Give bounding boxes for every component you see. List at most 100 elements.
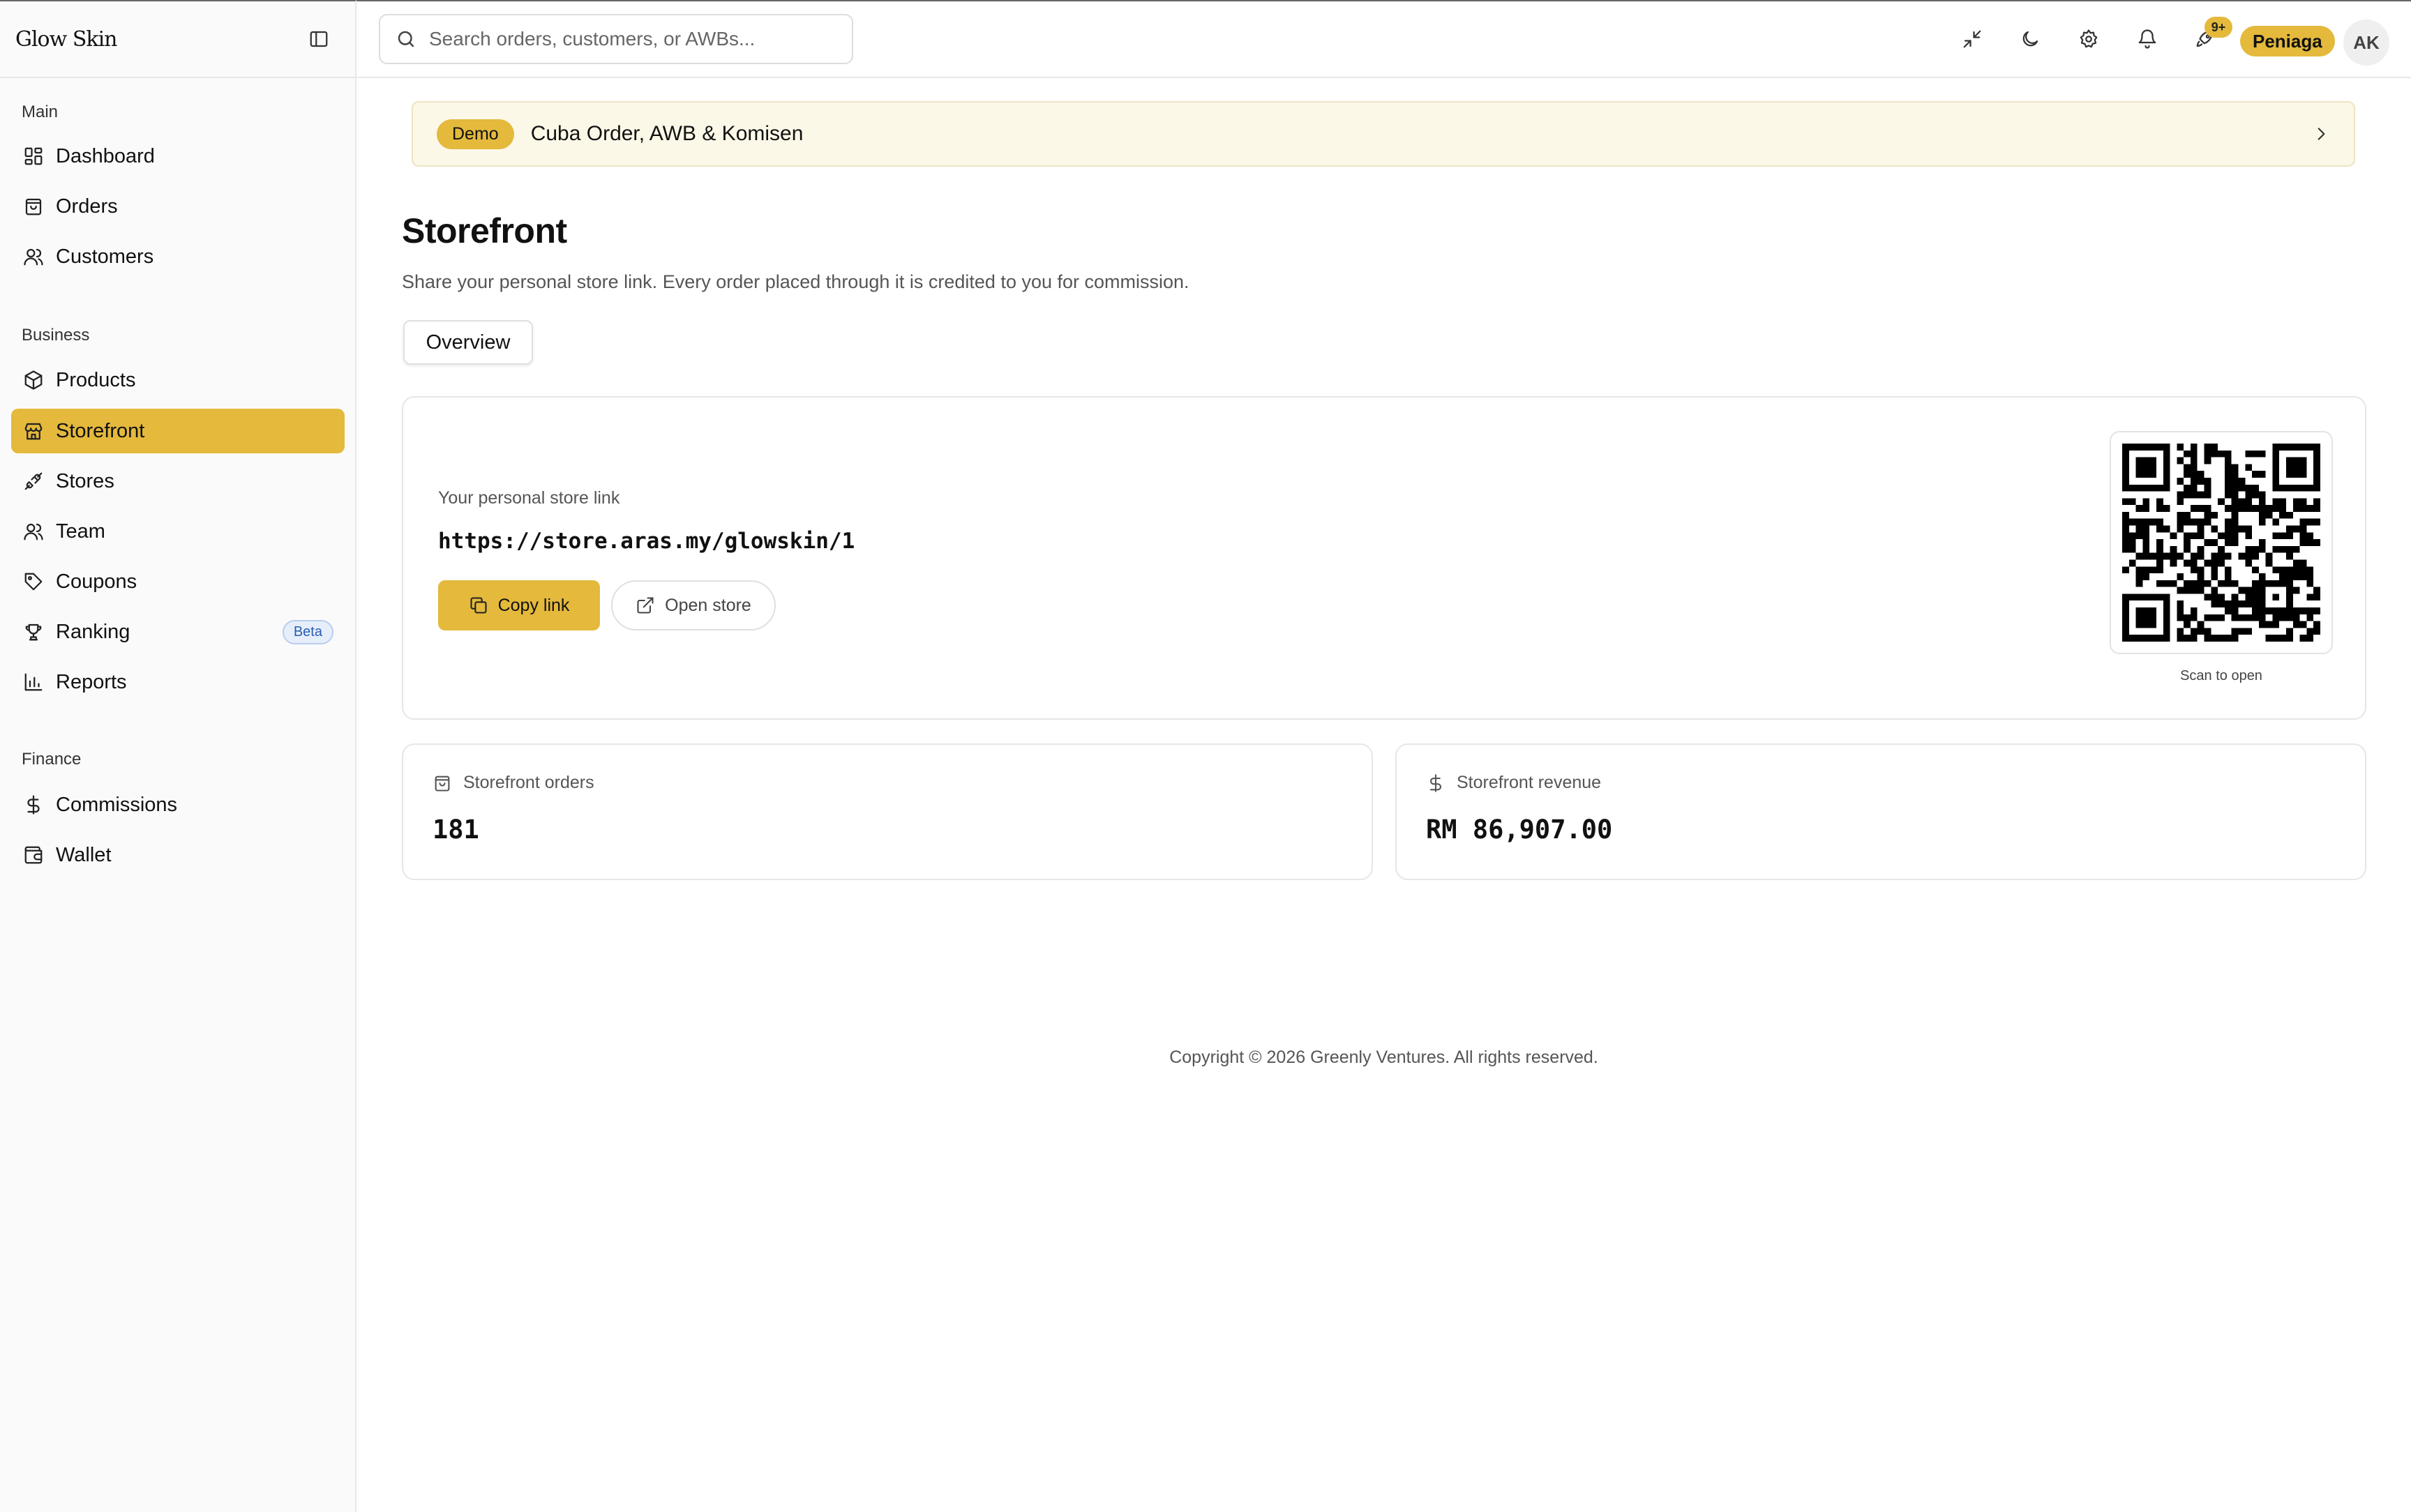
sidebar-item-commissions[interactable]: Commissions: [11, 783, 345, 827]
qr-module: [2224, 532, 2232, 540]
notifications-button[interactable]: [2132, 24, 2163, 54]
qr-module: [2204, 559, 2211, 567]
sidebar-item-label: Orders: [56, 195, 118, 218]
brand-logo[interactable]: Glow Skin: [15, 27, 117, 52]
qr-module: [2313, 505, 2320, 512]
qr-module: [2258, 505, 2266, 512]
qr-module: [2258, 621, 2266, 628]
qr-module: [2238, 628, 2246, 635]
stat-label-text: Storefront orders: [463, 773, 594, 792]
qr-code-icon: [2122, 444, 2320, 642]
sidebar-item-customers[interactable]: Customers: [11, 234, 345, 279]
demo-banner[interactable]: Demo Cuba Order, AWB & Komisen: [412, 101, 2355, 167]
qr-module: [2122, 511, 2129, 519]
qr-module: [2245, 450, 2253, 458]
qr-module: [2272, 457, 2280, 464]
qr-module: [2279, 511, 2287, 519]
role-badge[interactable]: Peniaga: [2240, 26, 2335, 56]
qr-module: [2272, 621, 2280, 628]
qr-module: [2313, 607, 2320, 614]
qr-module: [2238, 498, 2246, 506]
qr-module: [2163, 628, 2170, 635]
qr-module: [2190, 552, 2198, 560]
qr-module: [2265, 621, 2273, 628]
qr-module: [2156, 566, 2163, 574]
qr-module: [2190, 477, 2198, 485]
tab-overview[interactable]: Overview: [403, 320, 533, 365]
qr-module: [2135, 518, 2143, 526]
copy-link-button[interactable]: Copy link: [438, 580, 600, 630]
qr-module: [2142, 471, 2150, 478]
qr-module: [2245, 498, 2253, 506]
qr-module: [2231, 518, 2239, 526]
qr-module: [2156, 539, 2163, 546]
qr-module: [2135, 532, 2143, 540]
sidebar-toggle-button[interactable]: [305, 25, 333, 53]
tag-icon: [22, 570, 45, 593]
qr-module: [2299, 573, 2307, 580]
stat-value: 181: [433, 815, 479, 845]
qr-module: [2292, 559, 2300, 567]
qr-module: [2286, 457, 2293, 464]
qr-module: [2245, 587, 2253, 594]
qr-module: [2218, 635, 2225, 642]
qr-module: [2122, 539, 2129, 546]
qr-module: [2197, 573, 2205, 580]
qr-module: [2156, 635, 2163, 642]
qr-module: [2122, 525, 2129, 533]
qr-module: [2204, 539, 2211, 546]
qr-module: [2163, 464, 2170, 471]
sidebar-item-reports[interactable]: Reports: [11, 660, 345, 704]
qr-module: [2122, 457, 2129, 464]
qr-module: [2149, 621, 2156, 628]
qr-module: [2299, 607, 2307, 614]
qr-module: [2128, 635, 2136, 642]
qr-module: [2224, 484, 2232, 492]
sidebar-item-products[interactable]: Products: [11, 358, 345, 402]
qr-module: [2156, 545, 2163, 553]
qr-module: [2177, 628, 2184, 635]
sidebar-item-wallet[interactable]: Wallet: [11, 833, 345, 877]
search-box[interactable]: [379, 14, 853, 64]
qr-module: [2286, 545, 2293, 553]
qr-module: [2224, 518, 2232, 526]
dark-mode-toggle[interactable]: [2015, 24, 2045, 54]
dollar-icon: [22, 794, 45, 816]
sidebar-item-storefront[interactable]: Storefront: [11, 409, 345, 453]
qr-code: [2110, 431, 2333, 654]
qr-module: [2170, 552, 2177, 560]
qr-module: [2184, 518, 2191, 526]
qr-module: [2292, 464, 2300, 471]
qr-module: [2177, 587, 2184, 594]
qr-module: [2238, 525, 2246, 533]
search-input[interactable]: [429, 28, 836, 50]
sidebar-item-team[interactable]: Team: [11, 509, 345, 554]
qr-module: [2224, 566, 2232, 574]
qr-module: [2231, 484, 2239, 492]
qr-module: [2184, 621, 2191, 628]
sidebar-item-dashboard[interactable]: Dashboard: [11, 134, 345, 179]
sidebar-item-ranking[interactable]: Ranking Beta: [11, 610, 345, 654]
qr-module: [2238, 484, 2246, 492]
sidebar-item-coupons[interactable]: Coupons: [11, 559, 345, 604]
qr-module: [2252, 607, 2259, 614]
sidebar-item-orders[interactable]: Orders: [11, 184, 345, 229]
qr-module: [2245, 559, 2253, 567]
sidebar-item-stores[interactable]: Stores: [11, 459, 345, 504]
qr-module: [2245, 505, 2253, 512]
open-store-button[interactable]: Open store: [611, 580, 776, 630]
qr-module: [2258, 450, 2266, 458]
shopping-bag-icon: [22, 195, 45, 218]
sidebar-item-label: Customers: [56, 245, 154, 268]
qr-module: [2245, 600, 2253, 608]
minimize-button[interactable]: [1957, 24, 1988, 54]
qr-module: [2313, 464, 2320, 471]
avatar[interactable]: AK: [2343, 20, 2389, 66]
qr-module: [2190, 518, 2198, 526]
settings-button[interactable]: [2073, 24, 2104, 54]
qr-module: [2265, 552, 2273, 560]
qr-module: [2299, 471, 2307, 478]
qr-module: [2224, 573, 2232, 580]
qr-module: [2292, 614, 2300, 621]
qr-module: [2211, 552, 2218, 560]
